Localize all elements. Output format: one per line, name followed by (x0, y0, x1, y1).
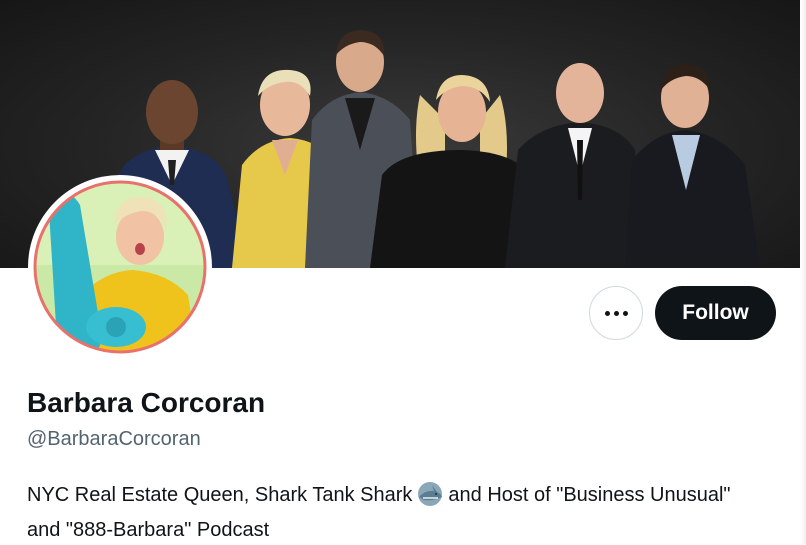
follow-button[interactable]: Follow (655, 286, 776, 340)
shark-emoji-icon (416, 482, 444, 515)
banner-person-4 (370, 75, 532, 268)
profile-handle: @BarbaraCorcoran (27, 428, 201, 450)
avatar[interactable] (28, 175, 212, 359)
profile-bio: NYC Real Estate Queen, Shark Tank Shark … (27, 480, 767, 545)
display-name: Barbara Corcoran (27, 387, 266, 418)
avatar-photo (32, 179, 208, 355)
more-icon (604, 310, 628, 316)
bio-text-part1: NYC Real Estate Queen, Shark Tank Shark (27, 484, 413, 506)
page-scrollbar[interactable] (800, 0, 806, 544)
more-options-button[interactable] (589, 286, 643, 340)
banner-person-6 (625, 64, 760, 268)
banner-person-5 (505, 63, 640, 268)
